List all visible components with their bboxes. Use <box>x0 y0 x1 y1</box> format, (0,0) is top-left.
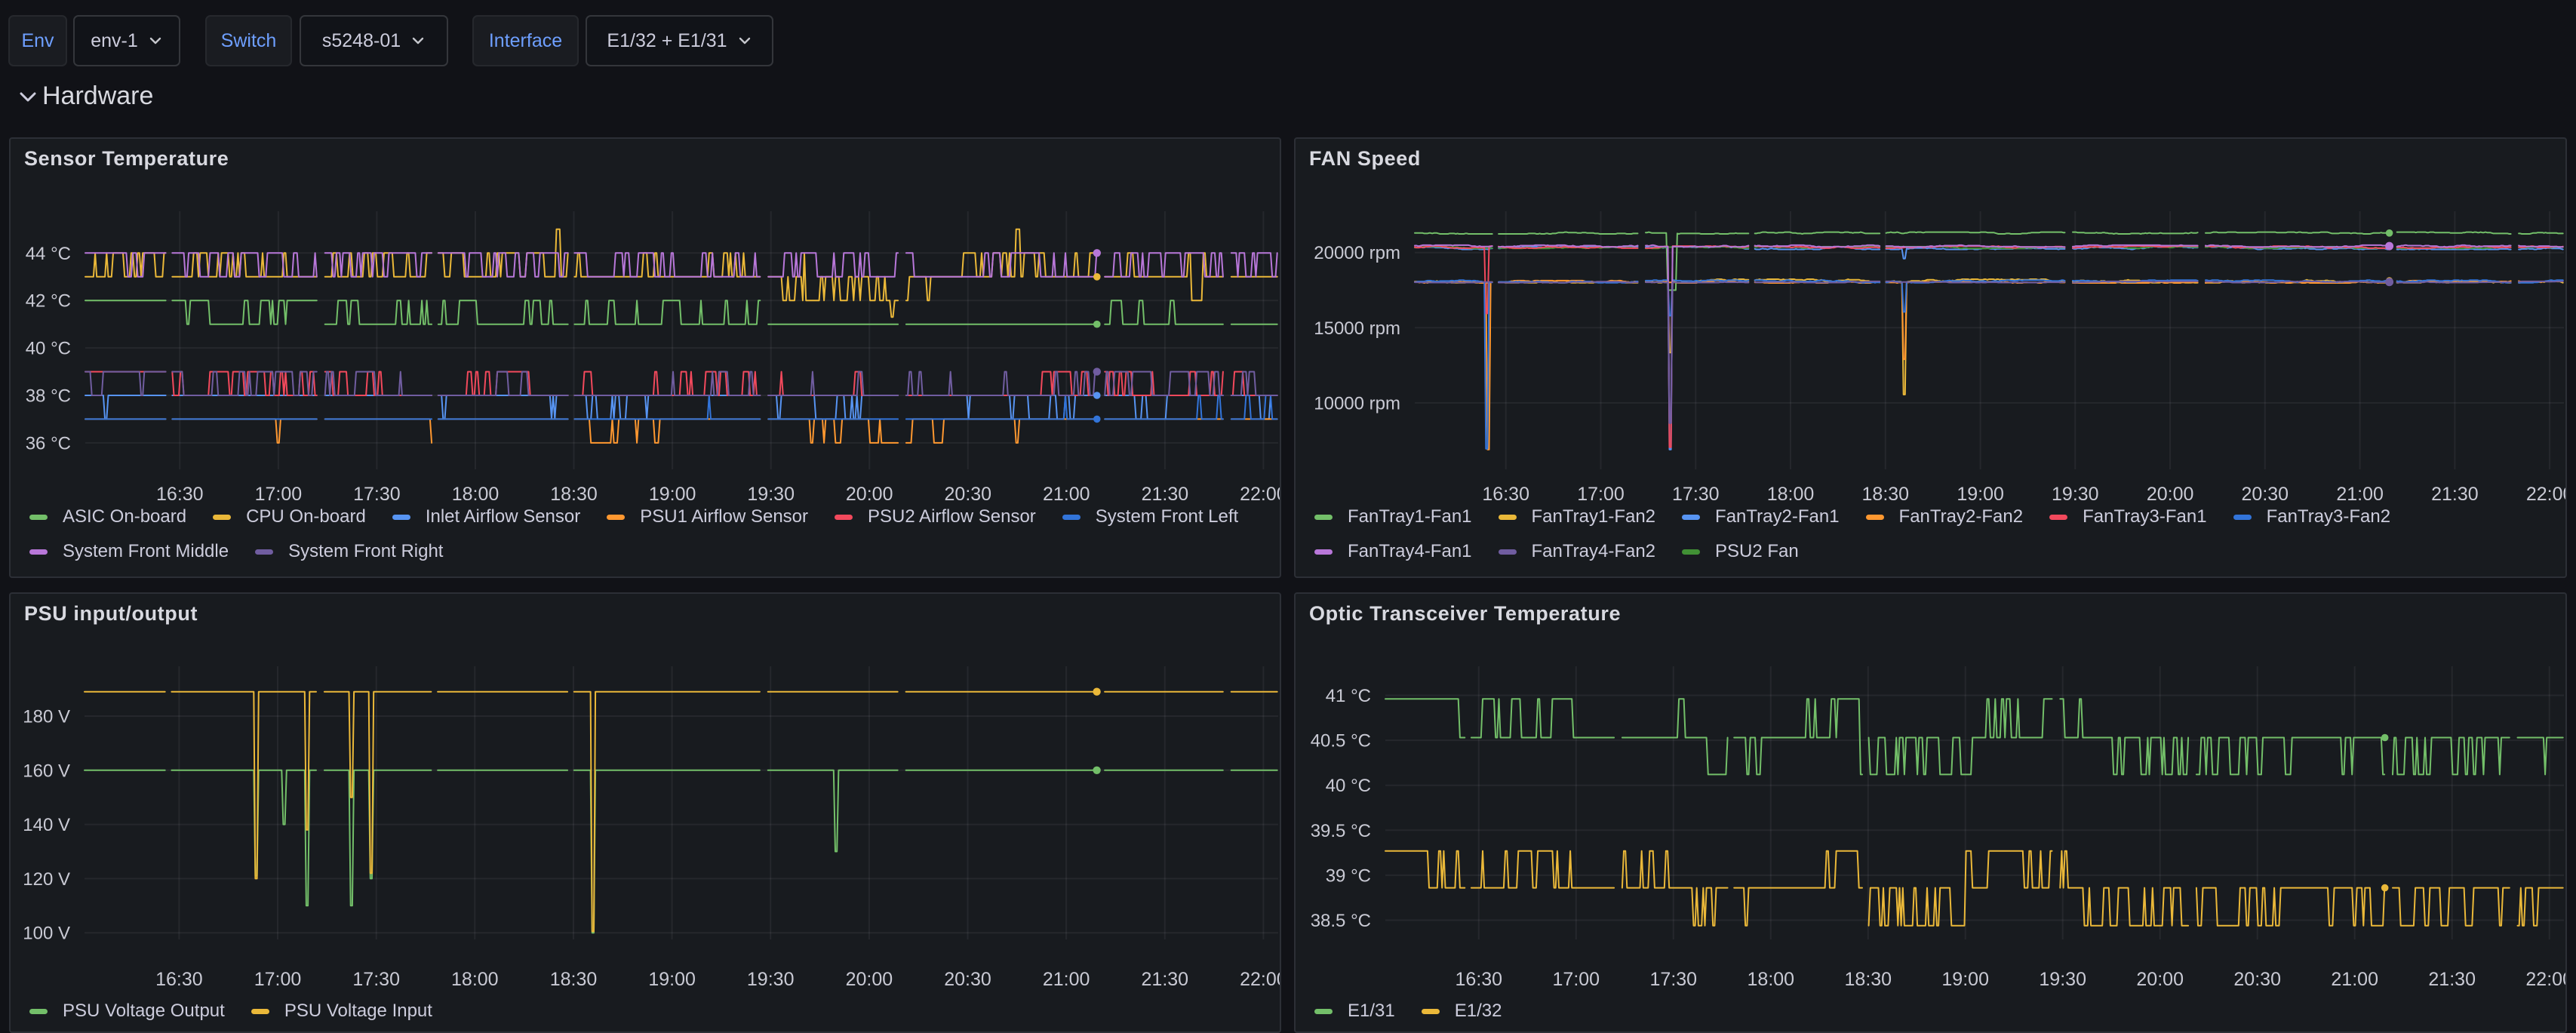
svg-text:42 °C: 42 °C <box>26 291 71 312</box>
svg-text:21:30: 21:30 <box>2431 484 2479 505</box>
svg-text:18:00: 18:00 <box>451 969 499 990</box>
svg-text:20:30: 20:30 <box>2233 969 2281 990</box>
svg-text:19:00: 19:00 <box>648 969 696 990</box>
svg-text:39 °C: 39 °C <box>1326 865 1371 886</box>
svg-text:19:00: 19:00 <box>1941 969 1989 990</box>
svg-text:160 V: 160 V <box>23 761 70 781</box>
svg-text:21:30: 21:30 <box>1142 969 1189 990</box>
svg-text:20000 rpm: 20000 rpm <box>1314 243 1400 263</box>
svg-text:21:00: 21:00 <box>1043 969 1090 990</box>
svg-text:180 V: 180 V <box>23 707 70 727</box>
svg-text:140 V: 140 V <box>23 815 70 835</box>
svg-text:22:00: 22:00 <box>1240 969 1281 990</box>
svg-text:16:30: 16:30 <box>1456 969 1503 990</box>
svg-text:120 V: 120 V <box>23 869 70 890</box>
svg-text:38.5 °C: 38.5 °C <box>1311 911 1371 931</box>
svg-text:44 °C: 44 °C <box>26 244 71 264</box>
svg-text:100 V: 100 V <box>23 924 70 944</box>
svg-text:18:30: 18:30 <box>1845 969 1892 990</box>
svg-text:22:00: 22:00 <box>2525 969 2567 990</box>
svg-text:19:30: 19:30 <box>747 969 795 990</box>
svg-text:41 °C: 41 °C <box>1326 686 1371 706</box>
svg-text:40 °C: 40 °C <box>1326 776 1371 796</box>
svg-text:20:00: 20:00 <box>2136 969 2184 990</box>
svg-text:36 °C: 36 °C <box>26 433 71 453</box>
svg-text:40 °C: 40 °C <box>26 339 71 359</box>
svg-text:40.5 °C: 40.5 °C <box>1311 731 1371 752</box>
svg-text:22:00: 22:00 <box>1240 484 1281 505</box>
svg-text:38 °C: 38 °C <box>26 386 71 407</box>
svg-text:17:00: 17:00 <box>1553 969 1600 990</box>
svg-text:10000 rpm: 10000 rpm <box>1314 393 1400 414</box>
svg-text:16:30: 16:30 <box>155 969 203 990</box>
svg-text:17:30: 17:30 <box>1650 969 1698 990</box>
svg-text:20:30: 20:30 <box>944 969 991 990</box>
svg-text:17:00: 17:00 <box>254 969 302 990</box>
svg-text:39.5 °C: 39.5 °C <box>1311 821 1371 841</box>
svg-text:22:00: 22:00 <box>2526 484 2567 505</box>
svg-text:19:30: 19:30 <box>2039 969 2086 990</box>
svg-text:18:00: 18:00 <box>1748 969 1795 990</box>
svg-text:20:00: 20:00 <box>846 969 893 990</box>
svg-text:21:00: 21:00 <box>2331 969 2378 990</box>
svg-text:15000 rpm: 15000 rpm <box>1314 318 1400 339</box>
svg-text:17:30: 17:30 <box>352 969 400 990</box>
svg-text:18:30: 18:30 <box>550 969 598 990</box>
svg-text:21:30: 21:30 <box>2428 969 2476 990</box>
